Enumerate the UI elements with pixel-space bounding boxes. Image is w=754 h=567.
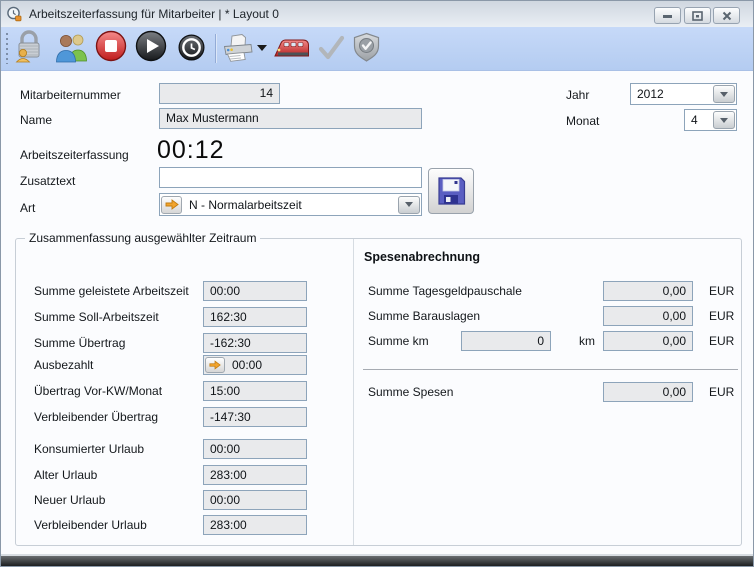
km-unit-label: km	[579, 334, 595, 348]
spesen-section-title: Spesenabrechnung	[364, 250, 480, 264]
spesen-separator	[363, 369, 738, 370]
verify-button[interactable]	[352, 32, 381, 69]
summary-row-value: 00:00	[203, 490, 307, 510]
summary-row-value: 283:00	[203, 515, 307, 535]
app-clock-icon	[6, 6, 23, 23]
clock-button[interactable]	[178, 34, 205, 66]
spesen-row-label: Summe Barauslagen	[368, 309, 480, 323]
monat-value: 4	[685, 113, 712, 127]
train-button[interactable]	[273, 37, 311, 66]
toolbar-separator	[215, 34, 216, 63]
monat-label: Monat	[566, 114, 599, 128]
jahr-dropdown-button[interactable]	[713, 85, 735, 103]
spesen-row-value: 0,00	[603, 306, 693, 326]
toolbar-drag-handle[interactable]	[6, 33, 8, 64]
spesen-row-label: Summe Spesen	[368, 385, 453, 399]
app-window: Arbeitszeiterfassung für Mitarbeiter | *…	[0, 0, 754, 567]
summary-row-label: Verbleibender Urlaub	[34, 518, 147, 532]
window-title: Arbeitszeiterfassung für Mitarbeiter | *…	[29, 7, 279, 21]
currency-label: EUR	[709, 385, 734, 399]
summary-row-label: Konsumierter Urlaub	[34, 442, 144, 456]
save-button[interactable]	[428, 168, 474, 214]
shield-check-icon	[352, 32, 381, 69]
titlebar[interactable]: Arbeitszeiterfassung für Mitarbeiter | *…	[1, 1, 753, 28]
summary-row-label: Neuer Urlaub	[34, 493, 105, 507]
printer-icon	[222, 33, 254, 69]
jahr-label: Jahr	[566, 88, 589, 102]
toolbar	[1, 27, 753, 71]
minimize-button[interactable]	[654, 7, 681, 24]
mitarbeiternummer-field: 14	[159, 83, 280, 104]
train-icon	[273, 37, 311, 66]
art-arrow-button[interactable]	[161, 196, 182, 214]
jahr-value: 2012	[631, 87, 712, 101]
monat-dropdown-button[interactable]	[713, 111, 735, 129]
ausbezahlt-field: 00:00	[203, 355, 307, 375]
floppy-disk-icon	[434, 174, 468, 208]
name-label: Name	[20, 113, 52, 127]
column-divider	[353, 239, 354, 545]
summary-row-value: -147:30	[203, 407, 307, 427]
summary-row-value: 00:00	[226, 356, 262, 375]
name-field: Max Mustermann	[159, 108, 422, 129]
stop-icon	[95, 30, 127, 67]
summary-row-label: Summe Soll-Arbeitszeit	[34, 310, 159, 324]
users-button[interactable]	[55, 31, 89, 68]
jahr-select[interactable]: 2012	[630, 83, 737, 105]
stop-button[interactable]	[95, 30, 127, 67]
summary-row-label: Verbleibender Übertrag	[34, 410, 158, 424]
clock-icon	[178, 34, 205, 66]
summary-group-title: Zusammenfassung ausgewählter Zeitraum	[25, 231, 260, 245]
summary-row-value: 00:00	[203, 281, 307, 301]
chevron-down-icon	[405, 202, 413, 207]
summary-row-value: 162:30	[203, 307, 307, 327]
spesen-row-label: Summe Tagesgeldpauschale	[368, 284, 522, 298]
play-icon	[135, 30, 167, 67]
elapsed-time-display: 00:12	[157, 136, 225, 165]
summary-row-label: Summe geleistete Arbeitszeit	[34, 284, 189, 298]
spesen-row-value: 0,00	[603, 281, 693, 301]
summary-row-label: Übertrag Vor-KW/Monat	[34, 384, 162, 398]
play-button[interactable]	[135, 30, 167, 67]
orange-arrow-icon	[209, 360, 221, 370]
km-value-field: 0	[461, 331, 551, 351]
close-button[interactable]	[713, 7, 740, 24]
users-icon	[55, 31, 89, 68]
printer-dropdown-arrow-icon	[257, 45, 267, 51]
spesen-row-label: Summe km	[368, 334, 429, 348]
mitarbeiternummer-label: Mitarbeiternummer	[20, 88, 121, 102]
summary-row-label: Alter Urlaub	[34, 468, 97, 482]
zusatztext-label: Zusatztext	[20, 174, 75, 188]
chevron-down-icon	[720, 118, 728, 123]
monat-select[interactable]: 4	[684, 109, 737, 131]
ausbezahlt-arrow-button[interactable]	[205, 357, 225, 373]
orange-arrow-icon	[165, 199, 179, 210]
art-label: Art	[20, 201, 35, 215]
summary-row-label: Summe Übertrag	[34, 336, 125, 350]
chevron-down-icon	[720, 92, 728, 97]
summary-row-label: Ausbezahlt	[34, 358, 93, 372]
summary-row-value: 00:00	[203, 439, 307, 459]
print-options-button[interactable]	[257, 45, 267, 51]
check-icon	[317, 35, 345, 66]
lock-user-icon	[13, 30, 45, 69]
arbeitszeiterfassung-label: Arbeitszeiterfassung	[20, 148, 129, 162]
lock-user-button[interactable]	[13, 30, 45, 69]
art-value: N - Normalarbeitszeit	[183, 198, 397, 212]
art-select[interactable]: N - Normalarbeitszeit	[159, 193, 422, 216]
zusatztext-input[interactable]	[159, 167, 422, 188]
maximize-button[interactable]	[684, 7, 711, 24]
print-button[interactable]	[222, 33, 254, 69]
confirm-button[interactable]	[317, 35, 345, 66]
currency-label: EUR	[709, 334, 734, 348]
summary-row-value: -162:30	[203, 333, 307, 353]
currency-label: EUR	[709, 284, 734, 298]
spesen-row-value: 0,00	[603, 382, 693, 402]
currency-label: EUR	[709, 309, 734, 323]
summary-row-value: 283:00	[203, 465, 307, 485]
art-dropdown-button[interactable]	[398, 196, 420, 214]
spesen-row-value: 0,00	[603, 331, 693, 351]
summary-row-value: 15:00	[203, 381, 307, 401]
window-bottom-border	[1, 556, 753, 566]
